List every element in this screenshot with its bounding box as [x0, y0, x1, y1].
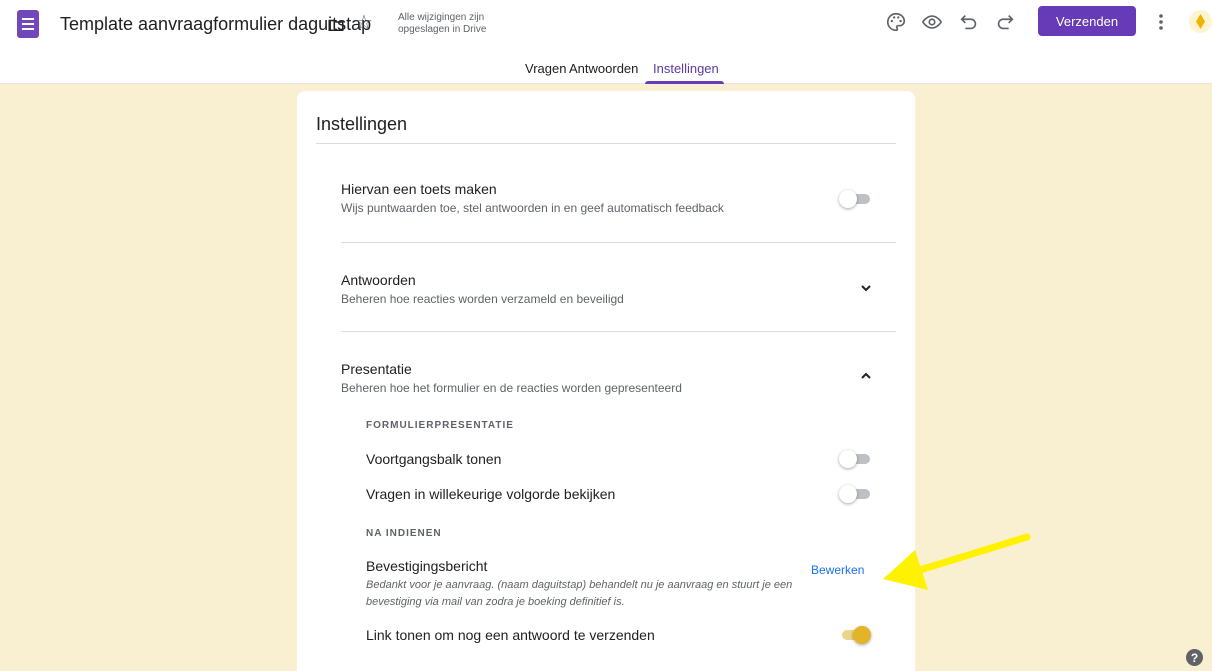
star-icon[interactable]: ☆	[355, 13, 373, 33]
help-icon[interactable]: ?	[1186, 649, 1203, 666]
presentation-section-description: Beheren hoe het formulier en de reacties…	[341, 381, 682, 395]
divider	[341, 331, 896, 332]
responses-section-description: Beheren hoe reacties worden verzameld en…	[341, 292, 624, 306]
edit-confirmation-link[interactable]: Bewerken	[811, 563, 864, 577]
save-status-line2: opgeslagen in Drive	[398, 24, 487, 35]
quiz-setting-title: Hiervan een toets maken	[341, 181, 497, 197]
chevron-up-icon[interactable]	[859, 369, 873, 383]
submit-another-link-label: Link tonen om nog een antwoord te verzen…	[366, 627, 655, 643]
quiz-setting-description: Wijs puntwaarden toe, stel antwoorden in…	[341, 201, 724, 215]
active-tab-indicator	[645, 81, 724, 84]
divider	[316, 143, 896, 144]
settings-card: Instellingen Hiervan een toets maken Wij…	[297, 91, 915, 671]
top-app-bar: Template aanvraagformulier daguitstap ☆ …	[0, 0, 1212, 84]
quiz-toggle[interactable]	[839, 190, 871, 208]
divider	[341, 242, 896, 243]
preview-eye-icon[interactable]	[921, 11, 943, 33]
confirmation-message-label: Bevestigingsbericht	[366, 558, 488, 574]
tab-vragen[interactable]: Vragen	[525, 61, 566, 76]
shuffle-questions-toggle[interactable]	[839, 485, 871, 503]
tab-instellingen[interactable]: Instellingen	[653, 61, 719, 76]
after-submit-heading: NA INDIENEN	[366, 528, 442, 539]
form-tabs: Vragen Antwoorden Instellingen	[0, 54, 1212, 84]
responses-section-title[interactable]: Antwoorden	[341, 272, 416, 288]
settings-title: Instellingen	[316, 114, 408, 134]
more-vert-icon[interactable]	[1156, 11, 1166, 33]
shuffle-questions-label: Vragen in willekeurige volgorde bekijken	[366, 486, 616, 502]
save-status-line1: Alle wijzigingen zijn	[398, 12, 485, 23]
tab-antwoorden[interactable]: Antwoorden	[569, 61, 638, 76]
send-button[interactable]: Verzenden	[1038, 6, 1136, 36]
form-presentation-heading: FORMULIERPRESENTATIE	[366, 420, 514, 431]
redo-icon[interactable]	[994, 11, 1016, 33]
document-title[interactable]: Template aanvraagformulier daguitstap	[60, 14, 371, 35]
palette-icon[interactable]	[885, 11, 907, 33]
chevron-down-icon[interactable]	[859, 281, 873, 295]
progress-bar-label: Voortgangsbalk tonen	[366, 451, 502, 467]
submit-another-link-toggle[interactable]	[839, 626, 871, 644]
account-avatar[interactable]	[1189, 10, 1212, 33]
save-status: Alle wijzigingen zijn opgeslagen in Driv…	[398, 12, 486, 36]
folder-icon[interactable]	[327, 16, 345, 34]
confirmation-message-text: Bedankt voor je aanvraag. (naam daguitst…	[366, 579, 793, 608]
undo-icon[interactable]	[958, 11, 980, 33]
forms-app-icon[interactable]	[17, 10, 39, 38]
presentation-section-title[interactable]: Presentatie	[341, 361, 412, 377]
progress-bar-toggle[interactable]	[839, 450, 871, 468]
